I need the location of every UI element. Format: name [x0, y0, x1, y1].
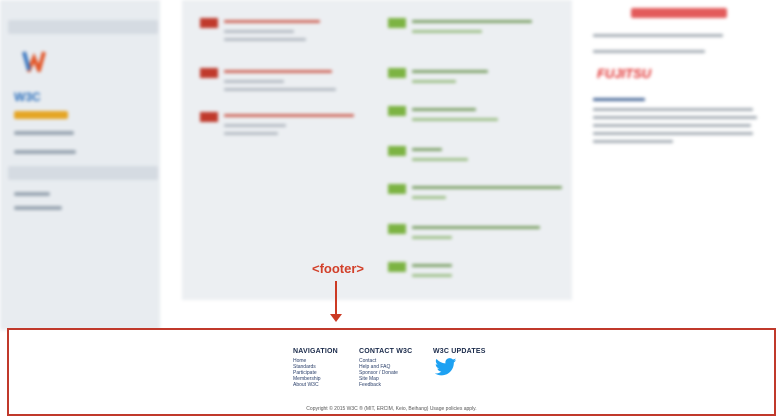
news-line: [224, 80, 284, 83]
right-line: [593, 132, 753, 135]
sidebar-line: [14, 131, 74, 135]
news-line: [412, 70, 488, 73]
news-thumb: [200, 112, 218, 122]
news-line: [224, 124, 286, 127]
w3c-logo-icon: W3C: [14, 90, 41, 104]
news-line: [224, 88, 336, 91]
w-logo-icon: [22, 51, 46, 72]
fujitsu-logo-icon: FUJITSU: [597, 66, 652, 81]
footer-copyright: Copyright © 2015 W3C ® (MIT, ERCIM, Keio…: [306, 406, 477, 412]
right-line: [593, 34, 723, 37]
right-line: [593, 116, 757, 119]
main-news-area: [182, 0, 572, 300]
sidebar-section-header: [8, 20, 158, 34]
news-line: [412, 196, 446, 199]
news-thumb: [388, 146, 406, 156]
news-line: [412, 158, 468, 161]
join-button[interactable]: [14, 111, 68, 119]
news-line: [412, 274, 452, 277]
footer-annotation-label: <footer>: [312, 261, 365, 276]
news-thumb: [388, 18, 406, 28]
news-line: [412, 30, 482, 33]
blurred-page-background: W3C FUJITSU: [0, 0, 778, 330]
sidebar-line: [14, 206, 62, 210]
news-line: [412, 148, 442, 151]
annotation-arrow: [335, 281, 337, 317]
news-line: [412, 118, 498, 121]
news-line: [412, 186, 562, 189]
news-thumb: [388, 106, 406, 116]
news-thumb: [388, 184, 406, 194]
footer-navigation-column: NAVIGATION Home Standards Participate Me…: [293, 348, 338, 388]
right-line: [593, 108, 753, 111]
news-line: [412, 236, 452, 239]
right-line: [593, 124, 751, 127]
news-thumb: [200, 68, 218, 78]
footer-link-about[interactable]: About W3C: [293, 382, 338, 388]
news-line: [412, 108, 476, 111]
left-sidebar: W3C: [0, 0, 160, 330]
twitter-icon[interactable]: [435, 358, 457, 376]
footer-updates-column: W3C UPDATES: [433, 348, 486, 376]
right-line: [593, 50, 705, 53]
news-line: [224, 20, 320, 23]
annotation-arrow-head: [330, 314, 342, 322]
news-line: [412, 20, 532, 23]
news-line: [412, 80, 456, 83]
news-line: [412, 226, 540, 229]
news-thumb: [388, 224, 406, 234]
news-thumb: [388, 68, 406, 78]
page-footer: NAVIGATION Home Standards Participate Me…: [7, 328, 776, 416]
right-line: [593, 98, 645, 101]
news-line: [224, 38, 306, 41]
footer-link-feedback[interactable]: Feedback: [359, 382, 412, 388]
right-line: [593, 140, 673, 143]
news-line: [224, 70, 332, 73]
footer-contact-heading: CONTACT W3C: [359, 348, 413, 355]
news-line: [224, 114, 354, 117]
news-line: [224, 132, 278, 135]
news-line: [224, 30, 294, 33]
news-thumb: [200, 18, 218, 28]
right-sidebar: FUJITSU: [585, 0, 778, 330]
sidebar-line: [14, 192, 50, 196]
news-thumb: [388, 262, 406, 272]
footer-navigation-heading: NAVIGATION: [293, 348, 338, 355]
sidebar-section-header: [8, 166, 158, 180]
right-cta-button[interactable]: [631, 8, 727, 18]
footer-updates-heading: W3C UPDATES: [433, 348, 486, 355]
sidebar-line: [14, 150, 76, 154]
footer-contact-column: CONTACT W3C Contact Help and FAQ Sponsor…: [359, 348, 412, 388]
news-line: [412, 264, 452, 267]
